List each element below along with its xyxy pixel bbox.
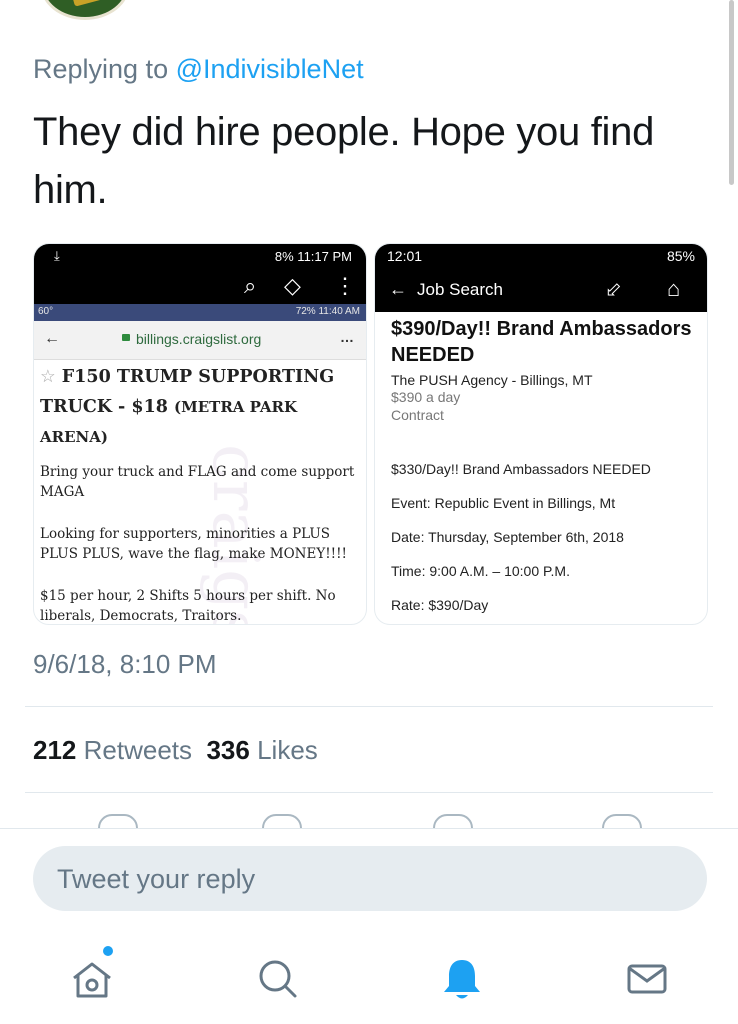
inner-status-bar: 60° 72% 11:40 AM: [34, 304, 366, 321]
share-icon: ⬃: [605, 279, 622, 301]
new-content-dot: [103, 946, 113, 956]
divider: [0, 828, 738, 829]
job-pay: $390 a day: [391, 389, 461, 405]
reply-icon[interactable]: [98, 814, 138, 828]
media-image-craigslist[interactable]: ⤓ 8% 11:17 PM ⌕ ◇ ⋮ 60° 72% 11:40 AM ← b…: [33, 243, 367, 625]
replying-handle-link[interactable]: @IndivisibleNet: [176, 54, 364, 84]
search-icon[interactable]: [247, 948, 307, 1008]
media-image-job-search[interactable]: 12:01 85% ← Job Search ⬃ ⌂ $390/Day!! Br…: [374, 243, 708, 625]
tag-icon: ◇: [284, 273, 301, 298]
tweet-stats: 212 Retweets 336 Likes: [33, 735, 318, 766]
job-line-4: Time: 9:00 A.M. – 10:00 P.M.: [391, 563, 570, 579]
tweet-actions: [0, 810, 738, 828]
reply-input[interactable]: Tweet your reply: [33, 846, 707, 911]
reply-placeholder: Tweet your reply: [57, 864, 256, 894]
likes-label: Likes: [257, 735, 318, 765]
avatar[interactable]: [40, 0, 130, 20]
retweet-icon[interactable]: [262, 814, 302, 828]
status-battery: 85%: [666, 248, 695, 264]
divider: [25, 792, 713, 793]
browser-url-bar: ← billings.craigslist.org …: [34, 321, 366, 360]
more-horizontal-icon: …: [340, 329, 354, 345]
image-toolbar: ⌕ ◇ ⋮: [34, 270, 366, 304]
back-arrow-icon: ←: [389, 279, 407, 299]
search-icon: ⌕: [244, 273, 257, 298]
star-icon: ☆: [40, 367, 56, 387]
retweets-label: Retweets: [83, 735, 193, 765]
back-arrow-icon: ←: [44, 330, 60, 347]
job-line-1: $330/Day!! Brand Ambassadors NEEDED: [391, 461, 651, 477]
bottom-tab-bar: [0, 930, 738, 1024]
listing-title: ☆ F150 TRUMP SUPPORTING TRUCK - $18 (MET…: [40, 362, 358, 452]
listing-paragraph-3: $15 per hour, 2 Shifts 5 hours per shift…: [40, 588, 336, 624]
scrollbar[interactable]: [729, 0, 734, 185]
job-type: Contract: [391, 407, 444, 423]
job-company: The PUSH Agency - Billings, MT: [391, 372, 593, 388]
replying-prefix: Replying to: [33, 54, 169, 84]
inner-status-left: 60°: [38, 306, 54, 317]
messages-icon[interactable]: [617, 948, 677, 1008]
retweets-count: 212: [33, 735, 77, 765]
image-status-bar: ⤓ 8% 11:17 PM: [34, 244, 366, 270]
job-search-toolbar: ← Job Search ⬃ ⌂: [375, 268, 707, 312]
image-status-bar: 12:01 85%: [375, 244, 707, 268]
image-status-text: 8% 11:17 PM: [274, 249, 352, 264]
home-icon: ⌂: [667, 276, 681, 301]
retweets-stat[interactable]: 212 Retweets: [33, 735, 192, 765]
job-line-2: Event: Republic Event in Billings, Mt: [391, 495, 616, 511]
share-tweet-icon[interactable]: [602, 814, 642, 828]
job-title: $390/Day!! Brand Ambassadors NEEDED: [391, 318, 692, 366]
replying-to: Replying to @IndivisibleNet: [33, 54, 364, 85]
status-time: 12:01: [387, 248, 423, 264]
like-icon[interactable]: [433, 814, 473, 828]
inner-status-right: 72% 11:40 AM: [295, 306, 360, 317]
tweet-text: They did hire people. Hope you find him.: [33, 110, 655, 212]
job-line-3: Date: Thursday, September 6th, 2018: [391, 529, 624, 545]
more-vertical-icon: ⋮: [334, 273, 356, 298]
url-text: billings.craigslist.org: [136, 331, 262, 347]
likes-stat[interactable]: 336 Likes: [206, 735, 317, 765]
notifications-icon[interactable]: [432, 948, 492, 1008]
toolbar-title: Job Search: [417, 280, 503, 299]
job-details: $390/Day!! Brand Ambassadors NEEDED The …: [391, 316, 697, 614]
listing-paragraph-2: Looking for supporters, minorities a PLU…: [40, 526, 347, 562]
divider: [25, 706, 713, 707]
home-icon[interactable]: [62, 948, 122, 1008]
listing-paragraph-1: Bring your truck and FLAG and come suppo…: [40, 464, 355, 500]
download-icon: ⤓: [54, 248, 60, 263]
lock-icon: [122, 334, 130, 341]
tweet-timestamp: 9/6/18, 8:10 PM: [33, 649, 217, 679]
job-line-5: Rate: $390/Day: [391, 597, 489, 613]
listing-content: ☆ F150 TRUMP SUPPORTING TRUCK - $18 (MET…: [40, 362, 358, 624]
likes-count: 336: [206, 735, 250, 765]
